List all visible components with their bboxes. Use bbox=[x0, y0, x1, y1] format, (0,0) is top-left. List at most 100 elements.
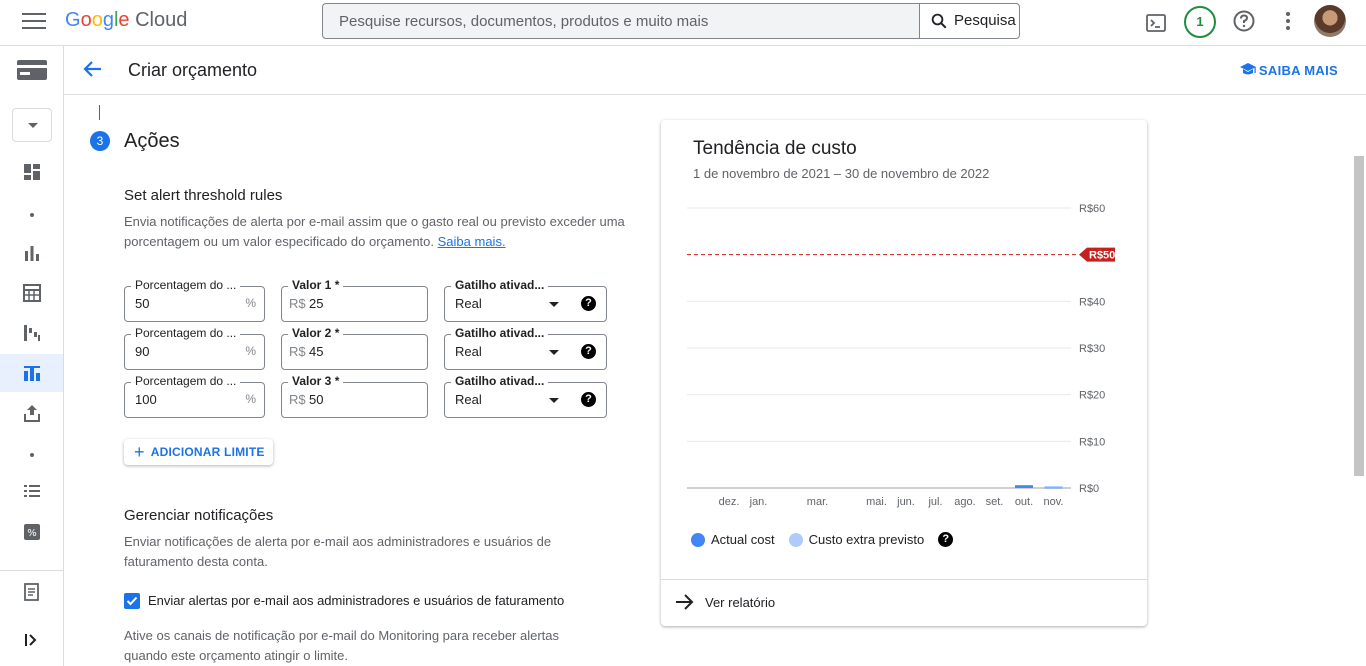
notifications-description: Enviar notificações de alerta por e-mail… bbox=[124, 534, 552, 569]
nav-dot-icon[interactable] bbox=[0, 196, 63, 234]
chart-legend: Actual cost Custo extra previsto ? bbox=[691, 532, 954, 547]
x-tick-label: mai. bbox=[866, 496, 887, 508]
x-tick-label: jan. bbox=[749, 496, 768, 508]
nav-list-icon[interactable] bbox=[0, 473, 63, 511]
help-icon[interactable] bbox=[1231, 8, 1257, 34]
percentage-value: 100 bbox=[135, 392, 157, 407]
search-input[interactable] bbox=[323, 4, 919, 38]
amount-field[interactable]: Valor 1 * R$ 25 bbox=[281, 278, 428, 322]
nav-cost-table-icon[interactable] bbox=[0, 274, 63, 312]
learn-more-button[interactable]: SAIBA MAIS bbox=[1239, 62, 1338, 78]
help-icon[interactable]: ? bbox=[581, 296, 596, 311]
trigger-select[interactable]: Gatilho ativad... Real ? bbox=[444, 278, 607, 322]
page-scrollbar[interactable] bbox=[1354, 156, 1364, 476]
account-avatar[interactable] bbox=[1314, 5, 1346, 37]
currency-prefix: R$ bbox=[289, 392, 306, 407]
trigger-select[interactable]: Gatilho ativad... Real ? bbox=[444, 326, 607, 370]
nav-overview-icon[interactable] bbox=[0, 153, 63, 191]
threshold-heading: Set alert threshold rules bbox=[124, 187, 283, 204]
add-threshold-button[interactable]: + ADICIONAR LIMITE bbox=[124, 439, 273, 465]
amount-label: Valor 3 * bbox=[288, 374, 344, 388]
percentage-value: 90 bbox=[135, 344, 150, 359]
currency-prefix: R$ bbox=[289, 296, 306, 311]
view-report-link[interactable]: Ver relatório bbox=[661, 579, 1147, 626]
cloud-shell-terminal-icon[interactable] bbox=[1143, 10, 1169, 36]
dropdown-caret-icon bbox=[549, 398, 559, 403]
nav-cost-breakdown-icon[interactable] bbox=[0, 314, 63, 352]
search-box: Pesquisa bbox=[322, 3, 1020, 39]
svg-text:%: % bbox=[27, 528, 37, 539]
learn-more-link[interactable]: Saiba mais. bbox=[438, 234, 506, 249]
amount-label: Valor 1 * bbox=[288, 278, 344, 292]
y-tick-label: R$10 bbox=[1079, 436, 1105, 448]
amount-value: 50 bbox=[309, 392, 324, 407]
percentage-label: Porcentagem do ... bbox=[131, 278, 241, 292]
nav-budgets-icon[interactable] bbox=[0, 354, 63, 392]
forecast-cost-swatch bbox=[788, 532, 803, 547]
nav-reports-icon[interactable] bbox=[0, 234, 63, 272]
notifications-badge[interactable]: 1 bbox=[1184, 6, 1216, 38]
y-tick-label: R$20 bbox=[1079, 390, 1105, 402]
budget-threshold-label: R$50 bbox=[1089, 250, 1115, 262]
percentage-field[interactable]: Porcentagem do ... 50 % bbox=[124, 278, 265, 322]
email-alerts-checkbox[interactable] bbox=[124, 593, 140, 609]
help-icon[interactable]: ? bbox=[581, 344, 596, 359]
x-tick-label: jul. bbox=[927, 496, 942, 508]
trigger-value: Real bbox=[455, 296, 482, 311]
dropdown-caret-icon bbox=[549, 350, 559, 355]
school-icon bbox=[1239, 63, 1256, 75]
nav-export-icon[interactable] bbox=[0, 394, 63, 432]
x-tick-label: ago. bbox=[954, 496, 975, 508]
arrow-forward-icon bbox=[676, 594, 694, 610]
legend-forecast-cost: Custo extra previsto bbox=[808, 532, 925, 547]
x-tick-label: mar. bbox=[807, 496, 828, 508]
hamburger-menu-icon[interactable] bbox=[22, 13, 46, 33]
more-vert-icon[interactable] bbox=[1275, 8, 1301, 34]
add-threshold-label: ADICIONAR LIMITE bbox=[150, 445, 265, 459]
view-report-label: Ver relatório bbox=[705, 595, 776, 610]
plus-icon: + bbox=[134, 442, 145, 462]
nav-dot-icon-2[interactable] bbox=[0, 436, 63, 474]
threshold-description: Envia notificações de alerta por e-mail … bbox=[124, 212, 634, 252]
x-tick-label: out. bbox=[1015, 496, 1033, 508]
stepper-line bbox=[99, 105, 100, 120]
percentage-field[interactable]: Porcentagem do ... 90 % bbox=[124, 326, 265, 370]
nav-discount-icon[interactable]: % bbox=[0, 513, 63, 551]
search-button[interactable]: Pesquisa bbox=[919, 4, 1019, 38]
notifications-heading: Gerenciar notificações bbox=[124, 507, 274, 524]
expand-nav-icon[interactable] bbox=[0, 621, 63, 659]
amount-field[interactable]: Valor 3 * R$ 50 bbox=[281, 374, 428, 418]
billing-account-dropdown[interactable] bbox=[12, 108, 52, 142]
percentage-field[interactable]: Porcentagem do ... 100 % bbox=[124, 374, 265, 418]
page-title: Criar orçamento bbox=[128, 60, 258, 80]
amount-field[interactable]: Valor 2 * R$ 45 bbox=[281, 326, 428, 370]
dropdown-caret-icon bbox=[549, 302, 559, 307]
actual-cost-swatch bbox=[691, 532, 705, 547]
amount-value: 25 bbox=[309, 296, 324, 311]
trigger-value: Real bbox=[455, 344, 482, 359]
page-header: Criar orçamento SAIBA MAIS bbox=[64, 46, 1366, 95]
trigger-label: Gatilho ativad... bbox=[451, 326, 549, 340]
y-tick-label: R$0 bbox=[1079, 483, 1099, 495]
x-tick-label: jun. bbox=[896, 496, 915, 508]
trigger-select[interactable]: Gatilho ativad... Real ? bbox=[444, 374, 607, 418]
x-tick-label: set. bbox=[986, 496, 1004, 508]
left-navigation: % bbox=[0, 46, 64, 666]
back-arrow-icon[interactable] bbox=[82, 58, 104, 80]
x-tick-label: nov. bbox=[1044, 496, 1064, 508]
search-button-label: Pesquisa bbox=[954, 12, 1016, 29]
nav-divider bbox=[0, 570, 63, 571]
cost-trend-card: Tendência de custo 1 de novembro de 2021… bbox=[661, 120, 1147, 626]
currency-prefix: R$ bbox=[289, 344, 306, 359]
nav-release-notes-icon[interactable] bbox=[0, 573, 63, 611]
billing-product-icon[interactable] bbox=[0, 51, 63, 89]
trigger-label: Gatilho ativad... bbox=[451, 278, 549, 292]
google-cloud-logo[interactable]: Google Cloud bbox=[65, 9, 187, 32]
email-alerts-label: Enviar alertas por e-mail aos administra… bbox=[148, 593, 565, 608]
percent-suffix: % bbox=[245, 344, 256, 358]
help-icon[interactable]: ? bbox=[581, 392, 596, 407]
help-icon[interactable]: ? bbox=[938, 532, 954, 547]
learn-more-label: SAIBA MAIS bbox=[1258, 62, 1338, 78]
y-tick-label: R$30 bbox=[1079, 343, 1105, 355]
amount-value: 45 bbox=[309, 344, 324, 359]
